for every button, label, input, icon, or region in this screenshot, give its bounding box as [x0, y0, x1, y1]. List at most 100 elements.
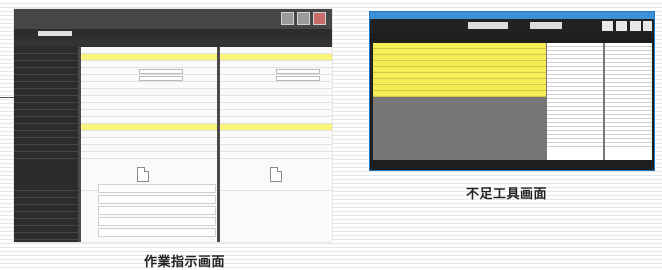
close-button[interactable]: [313, 12, 326, 25]
value-cell: [81, 82, 217, 89]
field-label: [14, 138, 78, 145]
window-title-bar: [370, 12, 654, 19]
value-cell-highlight: [81, 124, 217, 131]
value-input[interactable]: [139, 76, 183, 81]
document-icon[interactable]: [137, 167, 149, 182]
field-label: [14, 82, 78, 89]
tool-list-column: [547, 43, 603, 162]
value-cell-highlight: [220, 54, 332, 61]
field-label: [14, 233, 78, 240]
field-label: [14, 191, 78, 198]
window-controls: [281, 12, 326, 25]
value-column-b: [220, 47, 332, 242]
tool-shortage-caption: 不足工具画面: [466, 187, 548, 202]
field-label: [14, 103, 78, 110]
field-label: [14, 212, 78, 219]
minimize-button[interactable]: [281, 12, 294, 25]
window-title-bar: [14, 9, 332, 29]
list-item[interactable]: [605, 143, 652, 147]
field-label: [14, 226, 78, 233]
value-cell: [81, 68, 217, 75]
field-label: [14, 89, 78, 96]
value-input[interactable]: [276, 76, 320, 81]
value-cell: [220, 131, 332, 138]
value-cell: [81, 61, 217, 68]
notes-input[interactable]: [98, 217, 216, 226]
value-cell: [81, 145, 217, 152]
status-bar: [370, 160, 654, 170]
print-button[interactable]: [630, 21, 641, 31]
maximize-button[interactable]: [297, 12, 310, 25]
field-label: [14, 47, 78, 54]
value-cell: [81, 103, 217, 110]
search-input[interactable]: [38, 31, 72, 36]
instruction-table: [14, 47, 332, 242]
value-cell: [220, 103, 332, 110]
notes-input[interactable]: [98, 184, 216, 193]
value-input[interactable]: [276, 69, 320, 74]
value-cell: [81, 96, 217, 103]
machine-select[interactable]: [530, 22, 562, 29]
value-cell: [220, 152, 332, 159]
value-cell: [220, 138, 332, 145]
field-label: [14, 219, 78, 226]
field-label: [14, 152, 78, 159]
connector-line: [0, 97, 14, 98]
field-label: [14, 145, 78, 152]
value-cell: [220, 89, 332, 96]
field-label: [14, 205, 78, 212]
value-cell: [220, 117, 332, 124]
value-cell: [81, 131, 217, 138]
work-instruction-caption: 作業指示画面: [144, 255, 226, 270]
notes-input-stack: [98, 184, 216, 239]
field-label: [14, 124, 78, 131]
toolbar: [370, 19, 654, 33]
field-label: [14, 117, 78, 124]
work-instruction-window: [14, 9, 332, 242]
value-cell: [220, 96, 332, 103]
field-label-column: [14, 47, 78, 242]
value-cell: [220, 47, 332, 54]
value-cell-highlight: [81, 54, 217, 61]
field-label: [14, 131, 78, 138]
field-label: [14, 198, 78, 205]
notes-input[interactable]: [98, 206, 216, 215]
value-input[interactable]: [139, 69, 183, 74]
value-cell: [81, 47, 217, 54]
field-label: [14, 75, 78, 82]
value-cell: [220, 145, 332, 152]
column-header: [14, 39, 332, 47]
field-label: [14, 159, 78, 191]
field-label: [14, 54, 78, 61]
toolbar: [14, 29, 332, 39]
close-button[interactable]: [643, 21, 652, 31]
date-input[interactable]: [468, 22, 508, 29]
tool-list-column: [605, 43, 652, 162]
tool-shortage-window: [369, 11, 655, 171]
notes-input[interactable]: [98, 228, 216, 237]
value-cell: [81, 138, 217, 145]
field-label: [14, 68, 78, 75]
table-row-highlight[interactable]: [373, 91, 546, 97]
value-cell: [220, 68, 332, 75]
field-label: [14, 96, 78, 103]
list-item[interactable]: [547, 143, 603, 147]
notes-input[interactable]: [98, 195, 216, 204]
value-cell: [220, 110, 332, 117]
refresh-button[interactable]: [616, 21, 627, 31]
value-cell: [81, 75, 217, 82]
document-icon[interactable]: [270, 167, 282, 182]
value-cell: [220, 75, 332, 82]
value-cell-highlight: [220, 124, 332, 131]
value-cell: [220, 82, 332, 89]
value-cell: [81, 117, 217, 124]
value-cell: [81, 110, 217, 117]
shortage-table: [373, 43, 652, 162]
document-cell: [220, 159, 332, 191]
field-label: [14, 61, 78, 68]
value-cell: [81, 89, 217, 96]
value-cell: [220, 61, 332, 68]
field-label: [14, 110, 78, 117]
value-cell: [81, 152, 217, 159]
search-button[interactable]: [602, 21, 613, 31]
